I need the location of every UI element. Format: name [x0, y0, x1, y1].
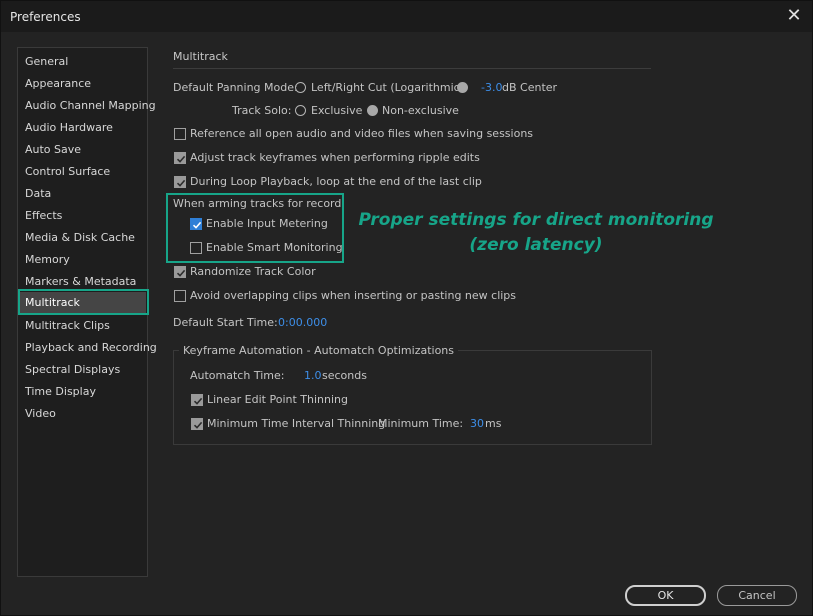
panning-option-db-center: dB Center	[502, 81, 558, 94]
adjust-keyframes-label[interactable]: Adjust track keyframes when performing r…	[190, 151, 480, 164]
sidebar-item-audio-channel-mapping[interactable]: Audio Channel Mapping	[19, 95, 156, 116]
loop-playback-checkbox[interactable]	[174, 176, 186, 188]
sidebar-item-general[interactable]: General	[19, 51, 146, 72]
title-bar: Preferences ✕	[1, 1, 812, 32]
annotation-line-1: Proper settings for direct monitoring	[358, 210, 714, 230]
radio-non-exclusive[interactable]	[367, 105, 378, 116]
ok-button[interactable]: OK	[625, 585, 706, 606]
multitrack-highlight-box	[18, 289, 149, 315]
radio-db-center[interactable]	[457, 82, 468, 93]
reference-files-label[interactable]: Reference all open audio and video files…	[190, 127, 533, 140]
avoid-overlap-label[interactable]: Avoid overlapping clips when inserting o…	[190, 289, 516, 302]
smart-monitoring-checkbox[interactable]	[190, 242, 202, 254]
input-metering-label[interactable]: Enable Input Metering	[206, 217, 328, 230]
sidebar-item-data[interactable]: Data	[19, 183, 146, 204]
minimum-time-value[interactable]: 30	[470, 417, 484, 430]
randomize-color-checkbox[interactable]	[174, 266, 186, 278]
randomize-color-label[interactable]: Randomize Track Color	[190, 265, 316, 278]
sidebar-item-time-display[interactable]: Time Display	[19, 381, 146, 402]
panning-db-value[interactable]: -3.0	[481, 81, 502, 94]
sidebar-item-appearance[interactable]: Appearance	[19, 73, 146, 94]
arming-tracks-label: When arming tracks for record	[173, 197, 342, 210]
automatch-time-label: Automatch Time:	[190, 369, 285, 382]
linear-thinning-label[interactable]: Linear Edit Point Thinning	[207, 393, 348, 406]
window-title: Preferences	[10, 10, 81, 24]
sidebar-item-spectral-displays[interactable]: Spectral Displays	[19, 359, 146, 380]
reference-files-checkbox[interactable]	[174, 128, 186, 140]
solo-option-exclusive[interactable]: Exclusive	[311, 104, 362, 117]
minimum-time-label: Minimum Time:	[378, 417, 464, 430]
minimum-time-unit: ms	[485, 417, 502, 430]
input-metering-checkbox[interactable]	[190, 218, 202, 230]
sidebar-item-audio-hardware[interactable]: Audio Hardware	[19, 117, 146, 138]
smart-monitoring-label[interactable]: Enable Smart Monitoring	[206, 241, 343, 254]
preferences-dialog: Preferences ✕ General Appearance Audio C…	[0, 0, 813, 616]
start-time-value[interactable]: 0:00.000	[278, 316, 327, 329]
close-icon[interactable]: ✕	[784, 6, 804, 26]
keyframe-group-title: Keyframe Automation - Automatch Optimiza…	[179, 344, 459, 357]
loop-playback-label[interactable]: During Loop Playback, loop at the end of…	[190, 175, 482, 188]
sidebar-item-video[interactable]: Video	[19, 403, 146, 424]
minimum-interval-checkbox[interactable]	[191, 418, 203, 430]
sidebar-item-auto-save[interactable]: Auto Save	[19, 139, 146, 160]
sidebar-item-control-surface[interactable]: Control Surface	[19, 161, 146, 182]
sidebar-item-memory[interactable]: Memory	[19, 249, 146, 270]
annotation-text: Proper settings for direct monitoring (z…	[356, 208, 716, 258]
track-solo-label: Track Solo:	[232, 104, 292, 117]
minimum-interval-label[interactable]: Minimum Time Interval Thinning	[207, 417, 385, 430]
avoid-overlap-checkbox[interactable]	[174, 290, 186, 302]
sidebar-item-effects[interactable]: Effects	[19, 205, 146, 226]
sidebar-item-media-disk-cache[interactable]: Media & Disk Cache	[19, 227, 146, 248]
adjust-keyframes-checkbox[interactable]	[174, 152, 186, 164]
start-time-label: Default Start Time:	[173, 316, 278, 329]
radio-exclusive[interactable]	[295, 105, 306, 116]
sidebar-item-playback-recording[interactable]: Playback and Recording	[19, 337, 157, 358]
panning-option-left-right-cut[interactable]: Left/Right Cut (Logarithmic)	[311, 81, 464, 94]
cancel-button[interactable]: Cancel	[717, 585, 797, 606]
automatch-time-unit: seconds	[322, 369, 367, 382]
panning-mode-label: Default Panning Mode:	[173, 81, 298, 94]
automatch-time-value[interactable]: 1.0	[304, 369, 322, 382]
solo-option-non-exclusive[interactable]: Non-exclusive	[382, 104, 459, 117]
sidebar-item-multitrack-clips[interactable]: Multitrack Clips	[19, 315, 146, 336]
linear-thinning-checkbox[interactable]	[191, 394, 203, 406]
radio-left-right-cut[interactable]	[295, 82, 306, 93]
section-title: Multitrack	[173, 50, 228, 63]
section-divider	[173, 68, 651, 69]
annotation-line-2: (zero latency)	[469, 235, 603, 255]
